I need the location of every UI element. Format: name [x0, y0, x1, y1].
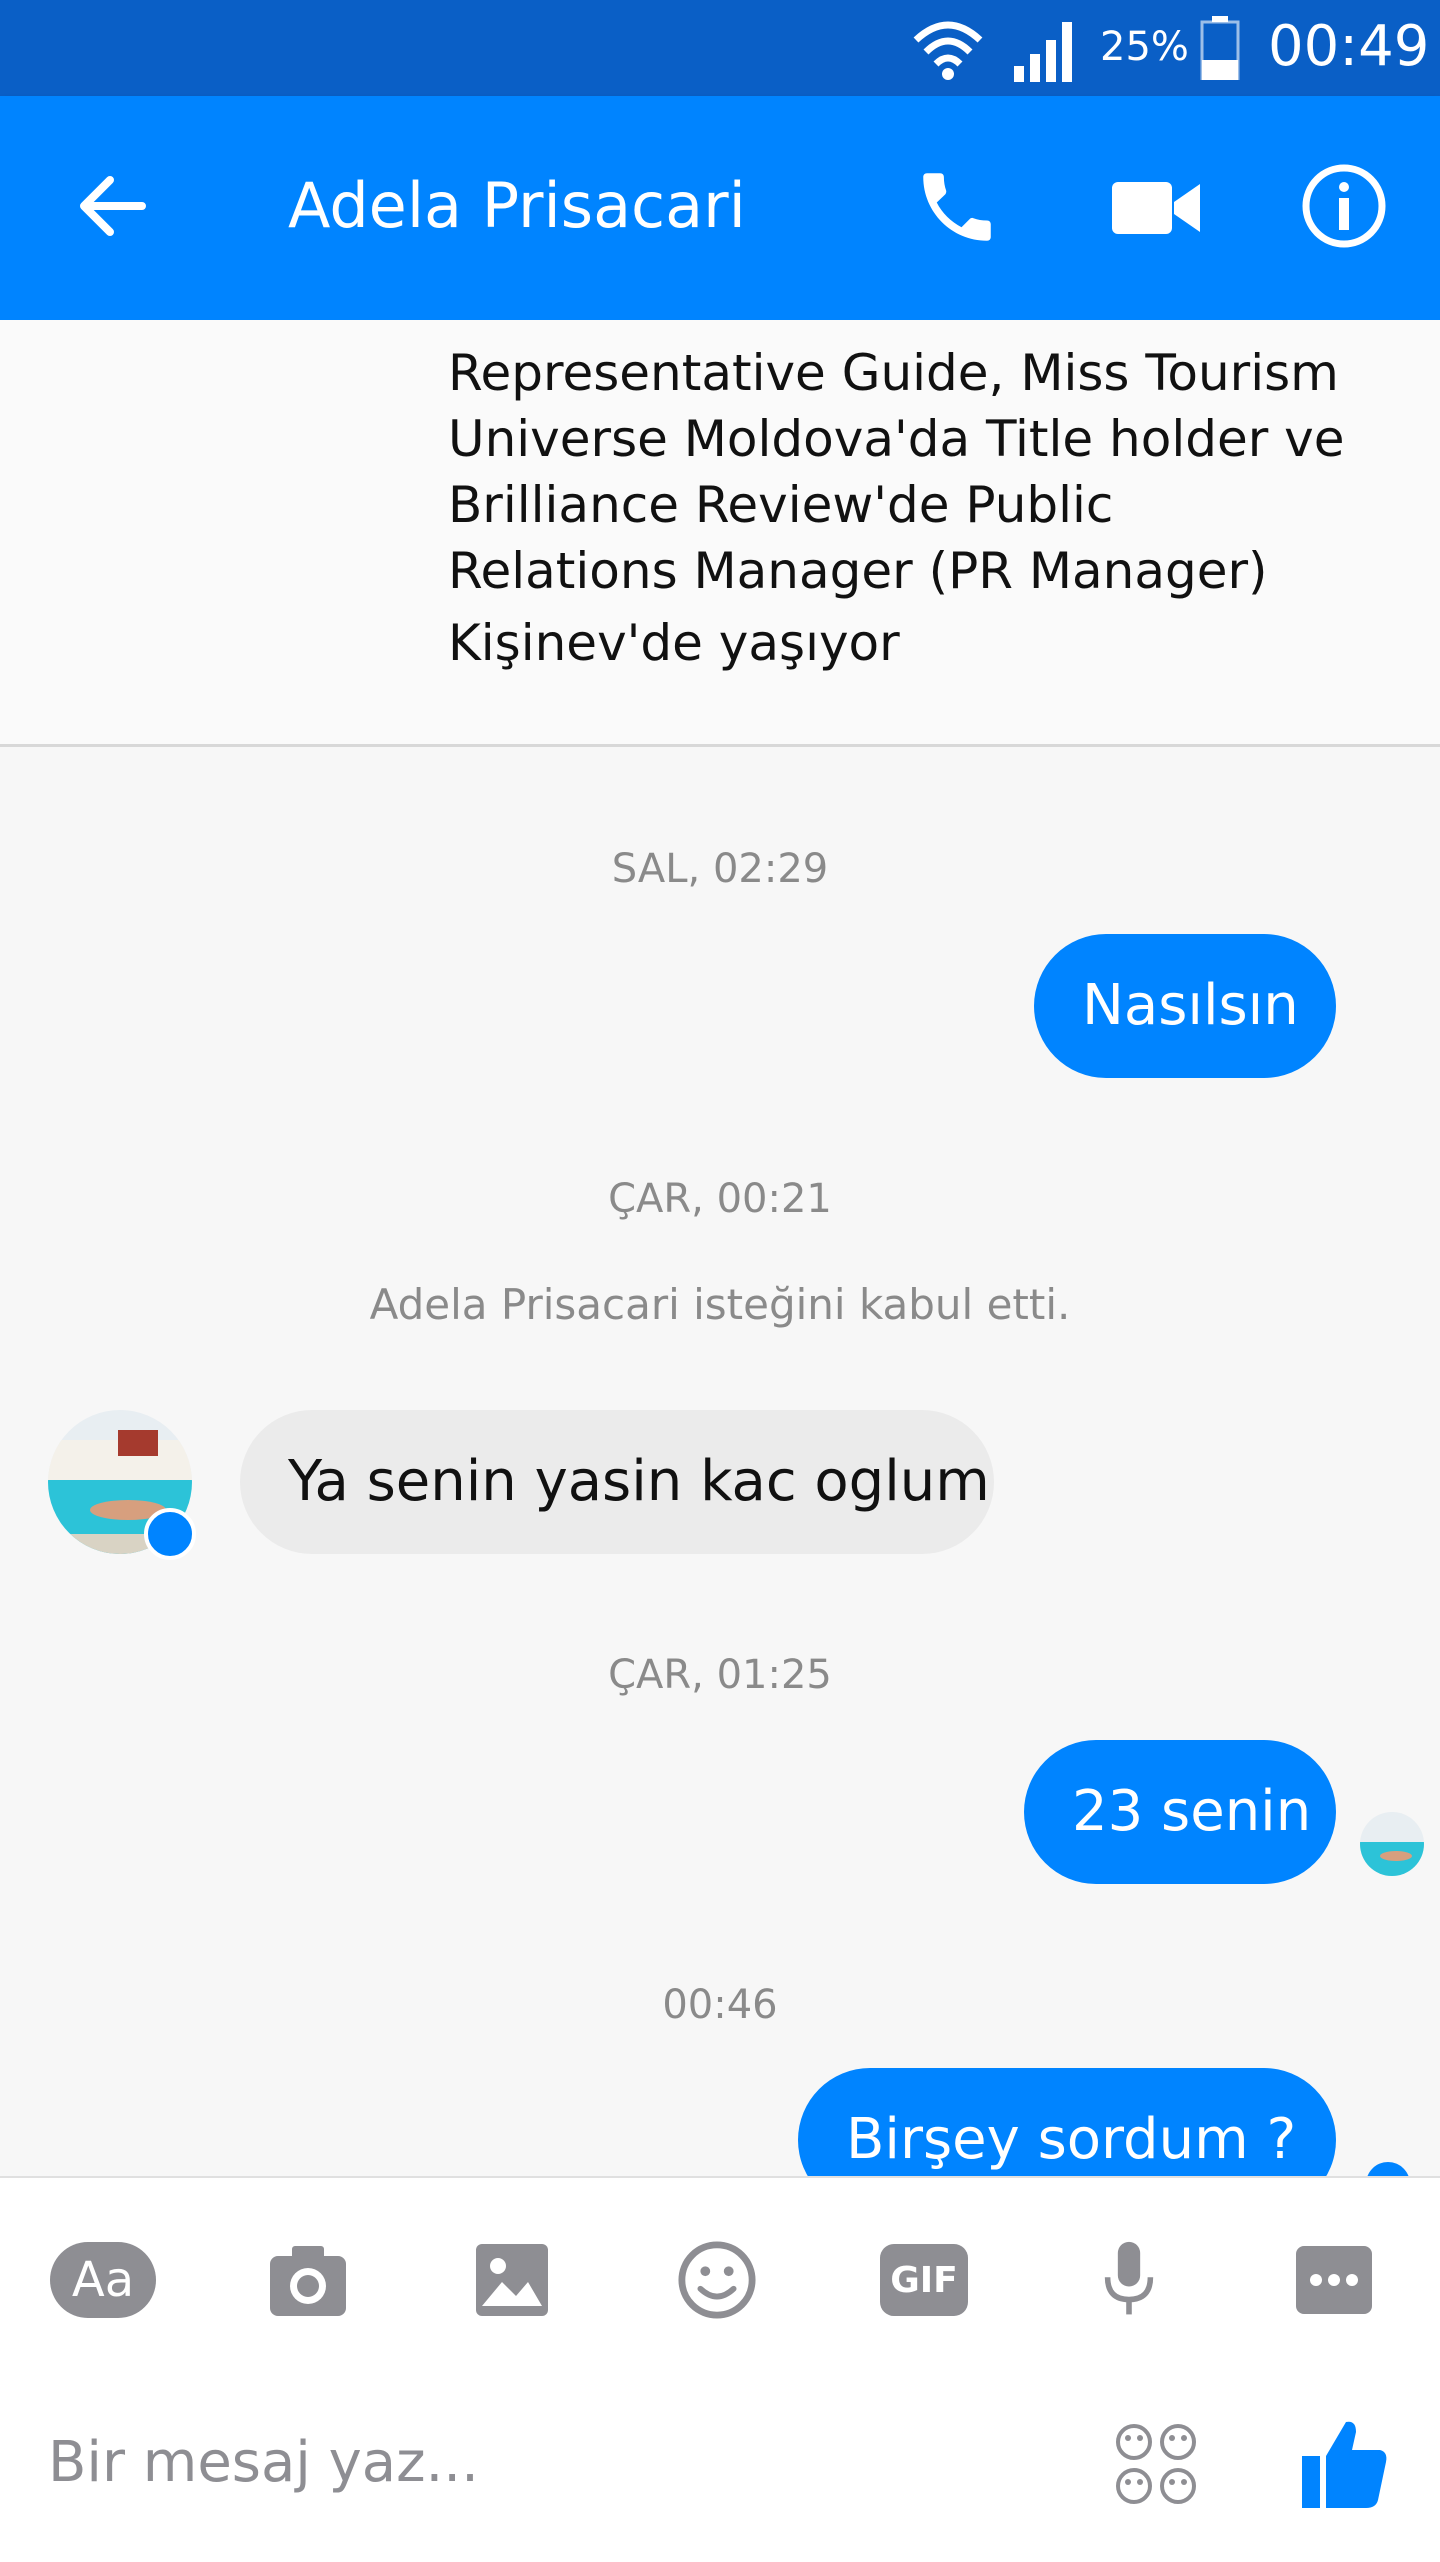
profile-work: Representative Guide, Miss Tourism Unive…	[448, 344, 1345, 600]
read-receipt-avatar	[1360, 1812, 1424, 1876]
outgoing-message[interactable]: Nasılsın	[1034, 934, 1336, 1078]
phone-icon[interactable]	[912, 162, 1002, 252]
timestamp: SAL, 02:29	[611, 846, 829, 892]
camera-icon[interactable]	[266, 2240, 350, 2320]
thumbs-up-icon[interactable]	[1300, 2416, 1388, 2510]
incoming-message[interactable]: Ya senin yasin kac oglum	[240, 1410, 994, 1554]
status-bar: 25% 00:49	[0, 0, 1440, 96]
signal-icon	[1014, 22, 1072, 82]
gallery-icon[interactable]	[474, 2240, 550, 2320]
sticker-icon[interactable]	[1114, 2422, 1198, 2506]
more-options-icon[interactable]	[1294, 2240, 1374, 2320]
timestamp: ÇAR, 01:25	[608, 1652, 832, 1698]
back-arrow-icon[interactable]	[72, 166, 152, 246]
timestamp: ÇAR, 00:21	[608, 1176, 832, 1222]
microphone-icon[interactable]	[1100, 2240, 1158, 2320]
info-icon[interactable]	[1300, 162, 1388, 250]
battery-percent: 25%	[1100, 24, 1189, 70]
text-mode-button[interactable]: Aa	[50, 2242, 156, 2318]
wifi-icon	[913, 21, 983, 80]
profile-info-section: Representative Guide, Miss Tourism Unive…	[0, 320, 1440, 747]
status-time: 00:49	[1268, 14, 1430, 79]
conversation-header: Adela Prisacari	[0, 96, 1440, 320]
profile-location: Kişinev'de yaşıyor	[448, 614, 900, 672]
contact-name[interactable]: Adela Prisacari	[288, 166, 746, 246]
outgoing-message[interactable]: 23 senin	[1024, 1740, 1336, 1884]
timestamp: 00:46	[662, 1982, 778, 2028]
video-camera-icon[interactable]	[1108, 168, 1204, 248]
system-message: Adela Prisacari isteğini kabul etti.	[369, 1280, 1071, 1329]
battery-icon	[1200, 16, 1240, 80]
message-input[interactable]: Bir mesaj yaz...	[48, 2430, 479, 2495]
messenger-badge-icon	[144, 1508, 196, 1560]
message-composer: Aa GIF Bir mesaj yaz...	[0, 2176, 1440, 2562]
emoji-icon[interactable]	[676, 2240, 758, 2320]
gif-button[interactable]: GIF	[880, 2244, 968, 2316]
